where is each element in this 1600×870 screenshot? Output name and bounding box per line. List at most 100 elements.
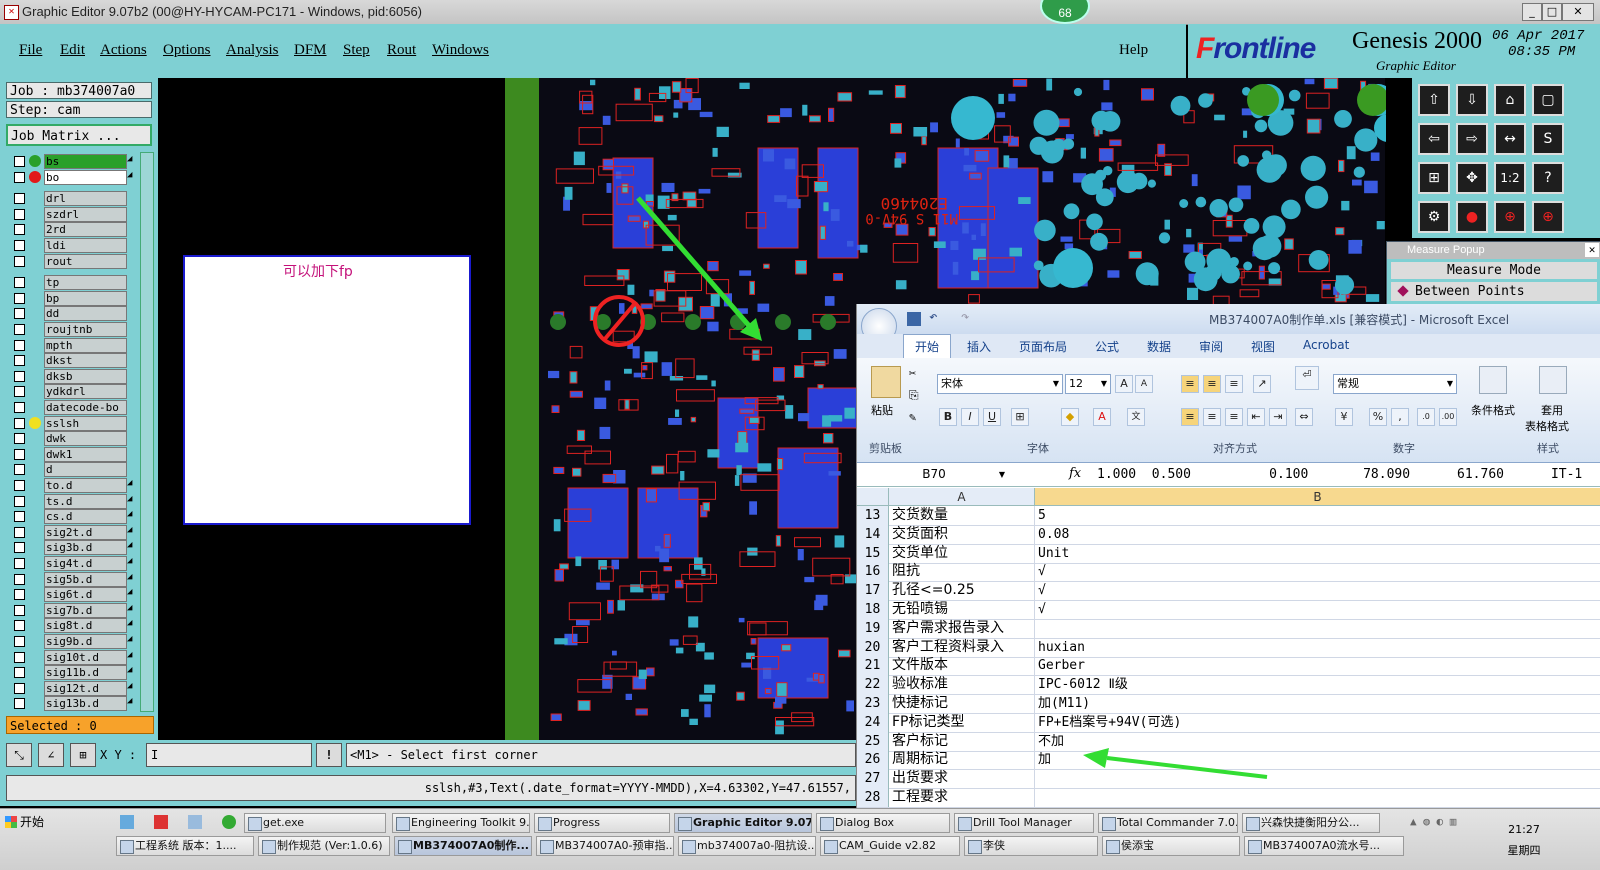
browser-icon[interactable] [222, 815, 236, 829]
layer-scrollbar[interactable] [140, 152, 154, 712]
zoom-down-icon[interactable]: ⇩ [1456, 84, 1488, 116]
taskbar-item[interactable]: Graphic Editor 9.07b2... [674, 813, 812, 833]
layer-checkbox[interactable] [14, 339, 25, 351]
layer-checkbox[interactable] [14, 208, 25, 220]
layer-checkbox[interactable] [14, 308, 25, 320]
probe-icon[interactable]: ● [1456, 201, 1488, 233]
window-title-bar[interactable]: ✕ Graphic Editor 9.07b2 (00@HY-HYCAM-PC1… [0, 0, 1600, 25]
fit-icon[interactable]: ↔ [1494, 123, 1526, 155]
layer-row[interactable]: dkst [10, 353, 152, 369]
angle-icon[interactable]: ∠ [38, 743, 64, 767]
layer-row[interactable]: sig7b.d ◢ [10, 602, 152, 618]
layer-row[interactable]: ldi [10, 238, 152, 253]
layer-checkbox[interactable] [14, 292, 25, 304]
layer-checkbox[interactable] [14, 682, 25, 694]
pdf-icon[interactable] [154, 815, 168, 829]
center-icon[interactable]: ✥ [1456, 162, 1488, 194]
job-matrix-button[interactable]: Job Matrix ... [6, 124, 152, 146]
layer-checkbox[interactable] [14, 511, 25, 523]
menu-step[interactable]: Step [343, 42, 370, 59]
layer-checkbox[interactable] [14, 589, 25, 601]
taskbar-item[interactable]: Engineering Toolkit 9.... [392, 813, 530, 833]
taskbar-item[interactable]: MB374007A0制作... [394, 836, 532, 856]
measure-icon[interactable]: ⊕ [1494, 201, 1526, 233]
taskbar-item[interactable]: Drill Tool Manager [954, 813, 1094, 833]
scale-1-2-icon[interactable]: 1:2 [1494, 162, 1526, 194]
close-button[interactable]: ✕ [1562, 3, 1594, 21]
layer-row[interactable]: sig4t.d ◢ [10, 556, 152, 571]
layer-checkbox[interactable] [14, 526, 25, 538]
grid-icon[interactable]: ⊞ [70, 743, 96, 767]
layer-row[interactable]: rout [10, 253, 152, 269]
redraw-icon[interactable]: S [1532, 123, 1564, 155]
measure-close-icon[interactable]: ✕ [1585, 243, 1599, 257]
layer-row[interactable]: sig3b.d ◢ [10, 540, 152, 556]
layer-row[interactable]: ts.d ◢ [10, 493, 152, 509]
between-points-option[interactable]: Between Points [1391, 282, 1597, 301]
taskbar-item[interactable]: Dialog Box [816, 813, 950, 833]
layer-row[interactable]: bp [10, 290, 152, 306]
layer-row[interactable]: bs ◢ [10, 154, 152, 169]
layer-checkbox[interactable] [14, 156, 25, 167]
layer-row[interactable]: sig11b.d ◢ [10, 665, 152, 681]
layer-checkbox[interactable] [14, 370, 25, 382]
menu-file[interactable]: File [19, 42, 42, 59]
quicklaunch-icon-3[interactable] [188, 815, 202, 829]
menu-actions[interactable]: Actions [100, 42, 147, 59]
layer-checkbox[interactable] [14, 558, 25, 569]
menu-windows[interactable]: Windows [432, 42, 489, 59]
taskbar-item[interactable]: 制作规范 (Ver:1.0.6) [258, 836, 390, 856]
quicklaunch-icon-1[interactable] [120, 815, 134, 829]
layer-checkbox[interactable] [14, 193, 25, 205]
zoom-home-icon[interactable]: ⇧ [1418, 84, 1450, 116]
layer-row[interactable]: sig12t.d ◢ [10, 680, 152, 696]
layer-checkbox[interactable] [14, 255, 25, 267]
layer-row[interactable]: to.d ◢ [10, 478, 152, 493]
taskbar-item[interactable]: MB374007A0-预审指... [536, 836, 674, 856]
layer-row[interactable]: sig9b.d ◢ [10, 634, 152, 649]
taskbar-item[interactable]: Total Commander 7.0... [1098, 813, 1238, 833]
layer-row[interactable]: dd [10, 306, 152, 322]
layer-row[interactable]: 2rd [10, 222, 152, 238]
tray-icons[interactable]: ▲ ◍ ◐ ▥ [1410, 815, 1480, 863]
menu-rout[interactable]: Rout [387, 42, 416, 59]
zoom-fit-icon[interactable]: ⊞ [1418, 162, 1450, 194]
layer-row[interactable]: sig5b.d ◢ [10, 571, 152, 587]
layer-checkbox[interactable] [14, 636, 25, 647]
taskbar-item[interactable]: get.exe [244, 813, 386, 833]
layer-checkbox[interactable] [14, 224, 25, 236]
layer-row[interactable]: d [10, 462, 152, 478]
layer-checkbox[interactable] [14, 698, 25, 710]
xy-input[interactable]: I [146, 743, 312, 767]
start-button[interactable]: 开始 [2, 811, 58, 833]
layer-checkbox[interactable] [14, 667, 25, 679]
layer-row[interactable]: mpth [10, 337, 152, 353]
layer-row[interactable]: bo ◢ [10, 169, 152, 185]
layer-row[interactable]: cs.d ◢ [10, 509, 152, 525]
layer-checkbox[interactable] [14, 433, 25, 445]
layer-row[interactable]: sig10t.d ◢ [10, 649, 152, 665]
layer-checkbox[interactable] [14, 620, 25, 632]
alert-icon[interactable]: ! [316, 743, 342, 767]
taskbar-item[interactable]: 李侠 [964, 836, 1098, 856]
layer-checkbox[interactable] [14, 573, 25, 585]
layer-checkbox[interactable] [14, 542, 25, 554]
layer-row[interactable]: szdrl [10, 206, 152, 222]
taskbar-item[interactable]: MB374007A0流水号... [1244, 836, 1404, 856]
layer-row[interactable]: sig6t.d ◢ [10, 587, 152, 603]
clock[interactable]: 21:27 星期四 [1494, 819, 1554, 861]
menu-edit[interactable]: Edit [60, 42, 85, 59]
layer-checkbox[interactable] [14, 480, 25, 491]
layer-checkbox[interactable] [14, 651, 25, 663]
layer-row[interactable]: sig2t.d ◢ [10, 524, 152, 540]
layer-checkbox[interactable] [14, 277, 25, 289]
wrench-icon[interactable]: ⚙ [1418, 201, 1450, 233]
layer-row[interactable]: sig8t.d ◢ [10, 618, 152, 634]
layer-checkbox[interactable] [14, 402, 25, 413]
layer-checkbox[interactable] [14, 324, 25, 335]
pan-right-icon[interactable]: ⇨ [1456, 123, 1488, 155]
app-icon[interactable]: ✕ [4, 5, 19, 20]
menu-options[interactable]: Options [163, 42, 211, 59]
layer-row[interactable]: dwk [10, 431, 152, 447]
pan-left-icon[interactable]: ⇦ [1418, 123, 1450, 155]
